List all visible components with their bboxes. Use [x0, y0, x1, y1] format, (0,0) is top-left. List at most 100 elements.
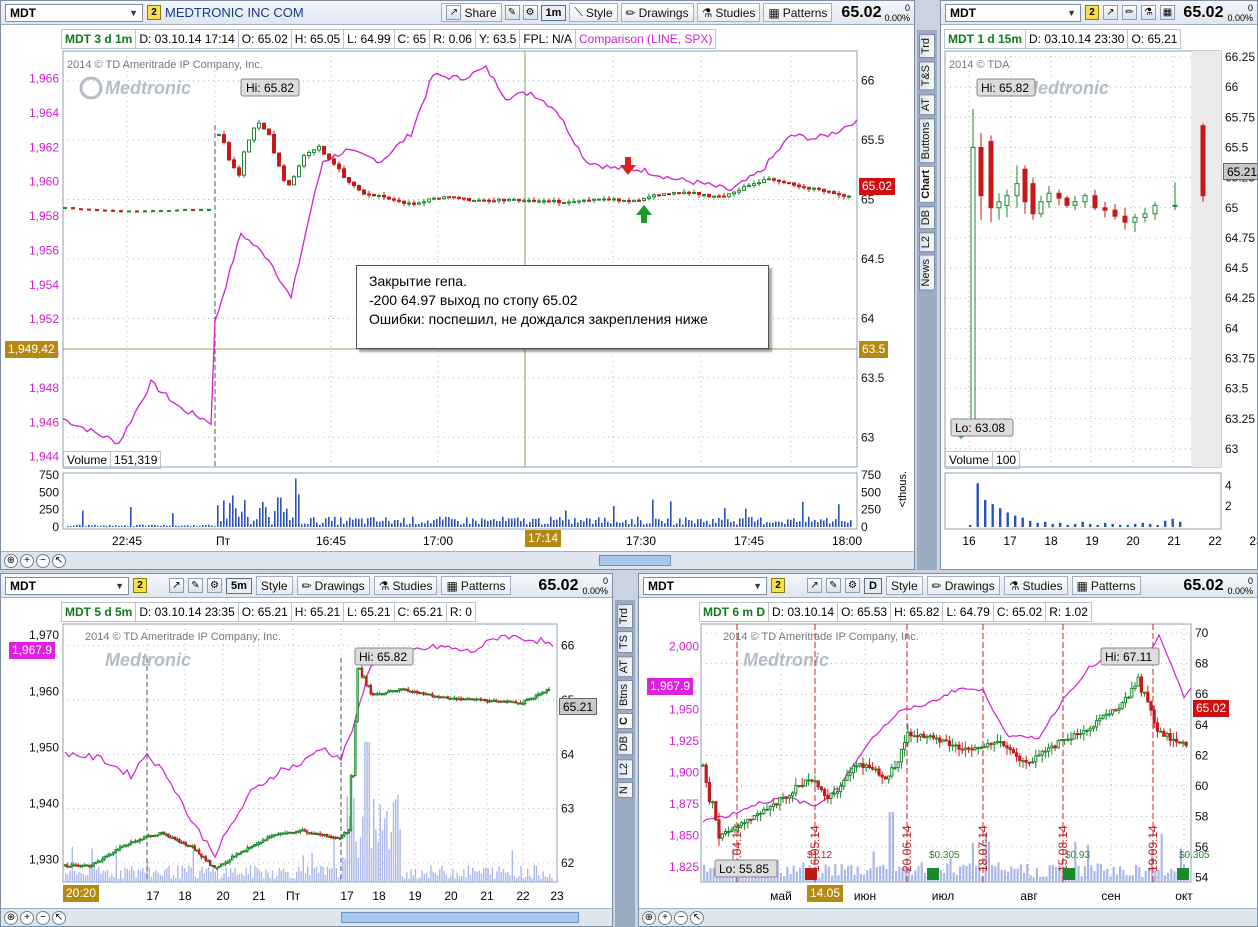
price-chart-5m[interactable]: 2014 © TD Ameritrade IP Company, Inc. Me… [1, 598, 613, 910]
aggregation-button[interactable]: 1m [540, 4, 567, 21]
pane3-scroll-bar[interactable]: ⊕ + − ↖ [1, 908, 612, 926]
share-icon[interactable]: ↗ [169, 578, 184, 593]
tools-icon[interactable]: ✎ [826, 578, 841, 593]
price-chart-daily[interactable]: 2014 © TD Ameritrade IP Company, Inc. Me… [639, 598, 1258, 910]
pointer-icon[interactable]: ↖ [52, 554, 66, 568]
tab-btns[interactable]: Btns [617, 680, 633, 711]
zoom-in-icon[interactable]: + [658, 911, 672, 925]
patterns-button[interactable]: ▦ Patterns [763, 3, 833, 22]
tab-news[interactable]: N [617, 781, 633, 798]
zoom-reset-icon[interactable]: ⊕ [4, 911, 18, 925]
tools-icon[interactable]: ✎ [504, 5, 520, 20]
drawings-button[interactable]: ✏ Drawings [296, 576, 370, 595]
pencil-icon[interactable]: ✏ [1122, 5, 1137, 20]
wrench-icon[interactable]: ⚙ [845, 578, 860, 593]
candle [832, 792, 836, 795]
price-chart-15m[interactable]: 2014 © TDA Medtronic 63 63.25 63.5 63.75 64 6… [941, 25, 1258, 553]
candle [118, 846, 122, 851]
pane4-scroll-bar[interactable]: ⊕ + − ↖ [639, 908, 1257, 926]
tab-at[interactable]: AT [919, 93, 935, 115]
tab-buttons[interactable]: Buttons [919, 117, 935, 164]
symbol-selector[interactable]: MDT ▼ [945, 3, 1081, 22]
volume-bar [991, 504, 994, 527]
studies-button[interactable]: ⚗ Studies [373, 576, 438, 595]
tools-icon[interactable]: ✎ [188, 578, 203, 593]
patterns-icon[interactable]: ▦ [1160, 5, 1175, 20]
zoom-out-icon[interactable]: − [674, 911, 688, 925]
wrench-icon[interactable]: ⚙ [207, 578, 222, 593]
candle [143, 836, 146, 840]
aggregation-button[interactable]: 5m [226, 577, 252, 594]
tab-chart[interactable]: C [617, 713, 633, 730]
link-badge[interactable]: 2 [1085, 5, 1099, 20]
last-price: 65.02 [1183, 576, 1224, 594]
volume-bar [370, 517, 372, 527]
zoom-reset-icon[interactable]: ⊕ [642, 911, 656, 925]
style-button[interactable]: ⟍ Style [569, 3, 618, 22]
flask-icon[interactable]: ⚗ [1141, 5, 1156, 20]
tab-ts[interactable]: TS [617, 631, 633, 654]
candle [1050, 745, 1054, 749]
chevron-down-icon[interactable]: ▼ [1067, 5, 1076, 21]
volume-bar [127, 526, 129, 527]
volume-bar [997, 862, 1000, 882]
volume-bar [513, 875, 516, 882]
zoom-reset-icon[interactable]: ⊕ [4, 554, 18, 568]
zoom-in-icon[interactable]: + [20, 911, 34, 925]
tab-at[interactable]: AT [617, 656, 633, 678]
share-icon[interactable]: ↗ [807, 578, 822, 593]
link-badge[interactable]: 2 [147, 5, 161, 20]
chart-pane-5m: MDT ▼ 2 ↗ ✎ ⚙ 5m Style ✏ Drawings ⚗ Studies… [0, 573, 613, 927]
tab-l2[interactable]: L2 [919, 232, 935, 253]
drawings-button[interactable]: ✏ Drawings [620, 3, 694, 22]
tab-l2[interactable]: L2 [617, 758, 633, 779]
chevron-down-icon[interactable]: ▼ [753, 578, 762, 594]
volume-bar [144, 872, 146, 882]
patterns-button[interactable]: ▦ Patterns [441, 576, 511, 595]
tab-trd[interactable]: Trd [617, 604, 633, 629]
volume-bar [298, 866, 300, 882]
link-badge[interactable]: 2 [771, 578, 785, 593]
volume-bar [418, 523, 420, 527]
volume-bar [442, 519, 444, 527]
tab-ts[interactable]: T&S [919, 61, 935, 91]
scroll-thumb[interactable] [599, 555, 671, 566]
pane1-scroll-bar[interactable]: ⊕ + − ↖ [1, 551, 914, 569]
style-button[interactable]: Style [255, 576, 293, 595]
tab-chart[interactable]: Chart [919, 166, 935, 203]
zoom-in-icon[interactable]: + [20, 554, 34, 568]
share-icon[interactable]: ↗ [1103, 5, 1118, 20]
pointer-icon[interactable]: ↖ [690, 911, 704, 925]
tab-db[interactable]: DB [617, 732, 633, 756]
scroll-thumb[interactable] [341, 912, 579, 923]
candle [121, 846, 124, 849]
studies-button[interactable]: ⚗ Studies [696, 3, 761, 22]
volume-bar [549, 873, 551, 882]
volume-bar [1149, 523, 1152, 527]
link-badge[interactable]: 2 [133, 578, 147, 593]
drawings-button[interactable]: ✏ Drawings [926, 576, 1000, 595]
zoom-out-icon[interactable]: − [36, 911, 50, 925]
pointer-icon[interactable]: ↖ [52, 911, 66, 925]
zoom-out-icon[interactable]: − [36, 554, 50, 568]
tab-trd[interactable]: Trd [919, 34, 935, 59]
share-button[interactable]: ↗ Share [441, 3, 502, 22]
chevron-down-icon[interactable]: ▼ [115, 578, 124, 594]
wrench-icon[interactable]: ⚙ [522, 5, 538, 20]
symbol-selector[interactable]: MDT ▼ [643, 576, 767, 595]
candle [178, 838, 181, 843]
symbol-selector[interactable]: MDT ▼ [5, 3, 143, 22]
tab-news[interactable]: News [919, 255, 935, 291]
volume-bar [535, 518, 537, 527]
studies-button[interactable]: ⚗ Studies [1003, 576, 1068, 595]
tab-db[interactable]: DB [919, 205, 935, 230]
aggregation-button[interactable]: D [864, 577, 882, 594]
candle [979, 747, 983, 750]
symbol-selector[interactable]: MDT ▼ [5, 576, 129, 595]
volume-bar [544, 876, 546, 882]
candle [1107, 713, 1111, 716]
candle [951, 744, 955, 747]
chevron-down-icon[interactable]: ▼ [129, 5, 138, 21]
style-button[interactable]: Style [885, 576, 923, 595]
patterns-button[interactable]: ▦ Patterns [1071, 576, 1141, 595]
